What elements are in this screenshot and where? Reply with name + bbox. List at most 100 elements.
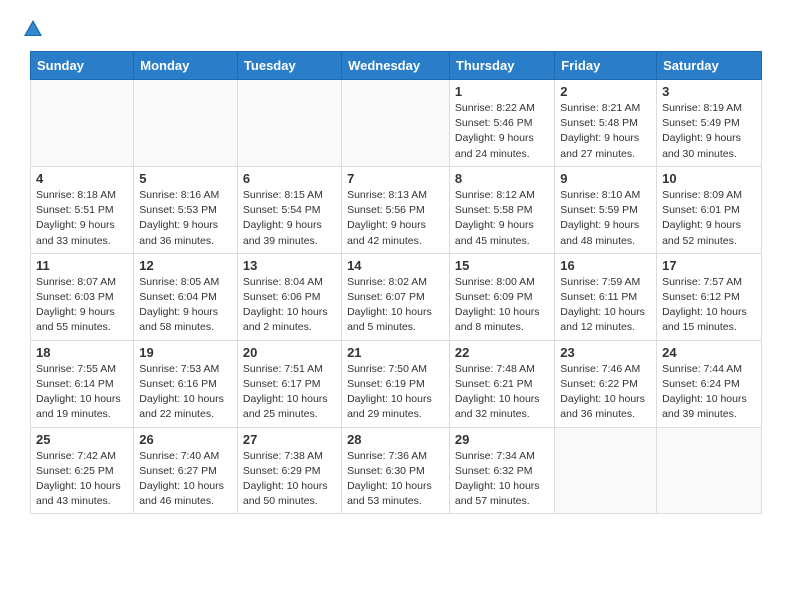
calendar-cell: 14Sunrise: 8:02 AMSunset: 6:07 PMDayligh… [342,253,450,340]
day-number: 19 [139,345,232,360]
calendar-cell: 26 Sunrise: 7:40 AMSunset: 6:27 PMDayligh… [134,427,238,514]
day-info: Sunrise: 8:02 AMSunset: 6:07 PMDaylight:… [347,275,444,336]
day-info: Sunrise: 8:09 AMSunset: 6:01 PMDaylight:… [662,188,756,249]
day-info: Sunrise: 8:10 AMSunset: 5:59 PMDaylight:… [560,188,651,249]
day-info: Sunrise: 7:42 AMSunset: 6:25 PMDaylight:… [36,449,128,510]
calendar-cell: 18 Sunrise: 7:55 AMSunset: 6:14 PMDayligh… [31,340,134,427]
day-info: Sunrise: 7:59 AMSunset: 6:11 PMDaylight:… [560,275,651,336]
calendar-cell: 13 Sunrise: 8:04 AMSunset: 6:06 PMDayligh… [237,253,341,340]
day-number: 3 [662,84,756,99]
calendar-cell: 16 Sunrise: 7:59 AMSunset: 6:11 PMDayligh… [555,253,657,340]
week-row-1: 1 Sunrise: 8:22 AMSunset: 5:46 PMDaylight… [31,80,762,167]
day-info: Sunrise: 7:36 AMSunset: 6:30 PMDaylight:… [347,449,444,510]
day-number: 1 [455,84,549,99]
day-number: 25 [36,432,128,447]
day-info: Sunrise: 7:50 AMSunset: 6:19 PMDaylight:… [347,362,444,423]
day-number: 22 [455,345,549,360]
calendar-cell: 1 Sunrise: 8:22 AMSunset: 5:46 PMDaylight… [449,80,554,167]
day-number: 13 [243,258,336,273]
calendar-cell: 17Sunrise: 7:57 AMSunset: 6:12 PMDayligh… [657,253,762,340]
calendar-cell: 29 Sunrise: 7:34 AMSunset: 6:32 PMDayligh… [449,427,554,514]
header-area [10,10,782,51]
day-number: 7 [347,171,444,186]
weekday-header-monday: Monday [134,52,238,80]
day-number: 9 [560,171,651,186]
day-info: Sunrise: 8:16 AMSunset: 5:53 PMDaylight:… [139,188,232,249]
calendar-cell: 2Sunrise: 8:21 AMSunset: 5:48 PMDaylight… [555,80,657,167]
day-number: 28 [347,432,444,447]
day-number: 6 [243,171,336,186]
calendar-cell [657,427,762,514]
day-info: Sunrise: 7:40 AMSunset: 6:27 PMDaylight:… [139,449,232,510]
calendar-cell: 15 Sunrise: 8:00 AMSunset: 6:09 PMDayligh… [449,253,554,340]
day-number: 18 [36,345,128,360]
weekday-header-row: SundayMondayTuesdayWednesdayThursdayFrid… [31,52,762,80]
day-number: 5 [139,171,232,186]
calendar-cell: 7 Sunrise: 8:13 AMSunset: 5:56 PMDaylight… [342,166,450,253]
calendar-cell: 19 Sunrise: 7:53 AMSunset: 6:16 PMDayligh… [134,340,238,427]
day-number: 11 [36,258,128,273]
weekday-header-friday: Friday [555,52,657,80]
day-info: Sunrise: 8:07 AMSunset: 6:03 PMDaylight:… [36,275,128,336]
day-info: Sunrise: 7:34 AMSunset: 6:32 PMDaylight:… [455,449,549,510]
calendar-cell: 25 Sunrise: 7:42 AMSunset: 6:25 PMDayligh… [31,427,134,514]
calendar-cell [555,427,657,514]
calendar-cell: 21Sunrise: 7:50 AMSunset: 6:19 PMDayligh… [342,340,450,427]
day-info: Sunrise: 7:48 AMSunset: 6:21 PMDaylight:… [455,362,549,423]
calendar-cell: 11 Sunrise: 8:07 AMSunset: 6:03 PMDayligh… [31,253,134,340]
weekday-header-tuesday: Tuesday [237,52,341,80]
calendar-cell: 10 Sunrise: 8:09 AMSunset: 6:01 PMDayligh… [657,166,762,253]
day-info: Sunrise: 7:46 AMSunset: 6:22 PMDaylight:… [560,362,651,423]
calendar-cell: 27Sunrise: 7:38 AMSunset: 6:29 PMDayligh… [237,427,341,514]
day-info: Sunrise: 7:55 AMSunset: 6:14 PMDaylight:… [36,362,128,423]
calendar-cell: 9 Sunrise: 8:10 AMSunset: 5:59 PMDaylight… [555,166,657,253]
day-info: Sunrise: 8:12 AMSunset: 5:58 PMDaylight:… [455,188,549,249]
calendar-cell [134,80,238,167]
calendar-cell [237,80,341,167]
calendar-cell: 22 Sunrise: 7:48 AMSunset: 6:21 PMDayligh… [449,340,554,427]
calendar-cell: 5 Sunrise: 8:16 AMSunset: 5:53 PMDaylight… [134,166,238,253]
weekday-header-thursday: Thursday [449,52,554,80]
calendar-cell: 6 Sunrise: 8:15 AMSunset: 5:54 PMDaylight… [237,166,341,253]
weekday-header-wednesday: Wednesday [342,52,450,80]
day-number: 15 [455,258,549,273]
weekday-header-saturday: Saturday [657,52,762,80]
calendar-cell: 3 Sunrise: 8:19 AMSunset: 5:49 PMDaylight… [657,80,762,167]
day-info: Sunrise: 8:13 AMSunset: 5:56 PMDaylight:… [347,188,444,249]
day-number: 29 [455,432,549,447]
day-info: Sunrise: 8:22 AMSunset: 5:46 PMDaylight:… [455,101,549,162]
calendar-cell: 20 Sunrise: 7:51 AMSunset: 6:17 PMDayligh… [237,340,341,427]
day-number: 26 [139,432,232,447]
week-row-4: 18 Sunrise: 7:55 AMSunset: 6:14 PMDayligh… [31,340,762,427]
day-info: Sunrise: 7:53 AMSunset: 6:16 PMDaylight:… [139,362,232,423]
calendar-cell [31,80,134,167]
day-number: 10 [662,171,756,186]
calendar-cell: 28 Sunrise: 7:36 AMSunset: 6:30 PMDayligh… [342,427,450,514]
day-number: 16 [560,258,651,273]
day-info: Sunrise: 8:15 AMSunset: 5:54 PMDaylight:… [243,188,336,249]
day-number: 4 [36,171,128,186]
day-info: Sunrise: 8:05 AMSunset: 6:04 PMDaylight:… [139,275,232,336]
day-info: Sunrise: 8:19 AMSunset: 5:49 PMDaylight:… [662,101,756,162]
day-info: Sunrise: 7:44 AMSunset: 6:24 PMDaylight:… [662,362,756,423]
day-info: Sunrise: 7:51 AMSunset: 6:17 PMDaylight:… [243,362,336,423]
weekday-header-sunday: Sunday [31,52,134,80]
calendar-cell: 23 Sunrise: 7:46 AMSunset: 6:22 PMDayligh… [555,340,657,427]
day-number: 23 [560,345,651,360]
day-number: 20 [243,345,336,360]
day-info: Sunrise: 8:21 AMSunset: 5:48 PMDaylight:… [560,101,651,162]
day-info: Sunrise: 7:38 AMSunset: 6:29 PMDaylight:… [243,449,336,510]
day-number: 12 [139,258,232,273]
week-row-2: 4Sunrise: 8:18 AMSunset: 5:51 PMDaylight… [31,166,762,253]
calendar-cell: 8 Sunrise: 8:12 AMSunset: 5:58 PMDaylight… [449,166,554,253]
day-number: 8 [455,171,549,186]
calendar-wrapper: SundayMondayTuesdayWednesdayThursdayFrid… [10,51,782,514]
calendar-cell [342,80,450,167]
week-row-5: 25 Sunrise: 7:42 AMSunset: 6:25 PMDayligh… [31,427,762,514]
day-info: Sunrise: 8:04 AMSunset: 6:06 PMDaylight:… [243,275,336,336]
day-number: 24 [662,345,756,360]
calendar-cell: 4Sunrise: 8:18 AMSunset: 5:51 PMDaylight… [31,166,134,253]
logo-icon [22,18,44,40]
calendar-cell: 12 Sunrise: 8:05 AMSunset: 6:04 PMDayligh… [134,253,238,340]
day-info: Sunrise: 8:00 AMSunset: 6:09 PMDaylight:… [455,275,549,336]
